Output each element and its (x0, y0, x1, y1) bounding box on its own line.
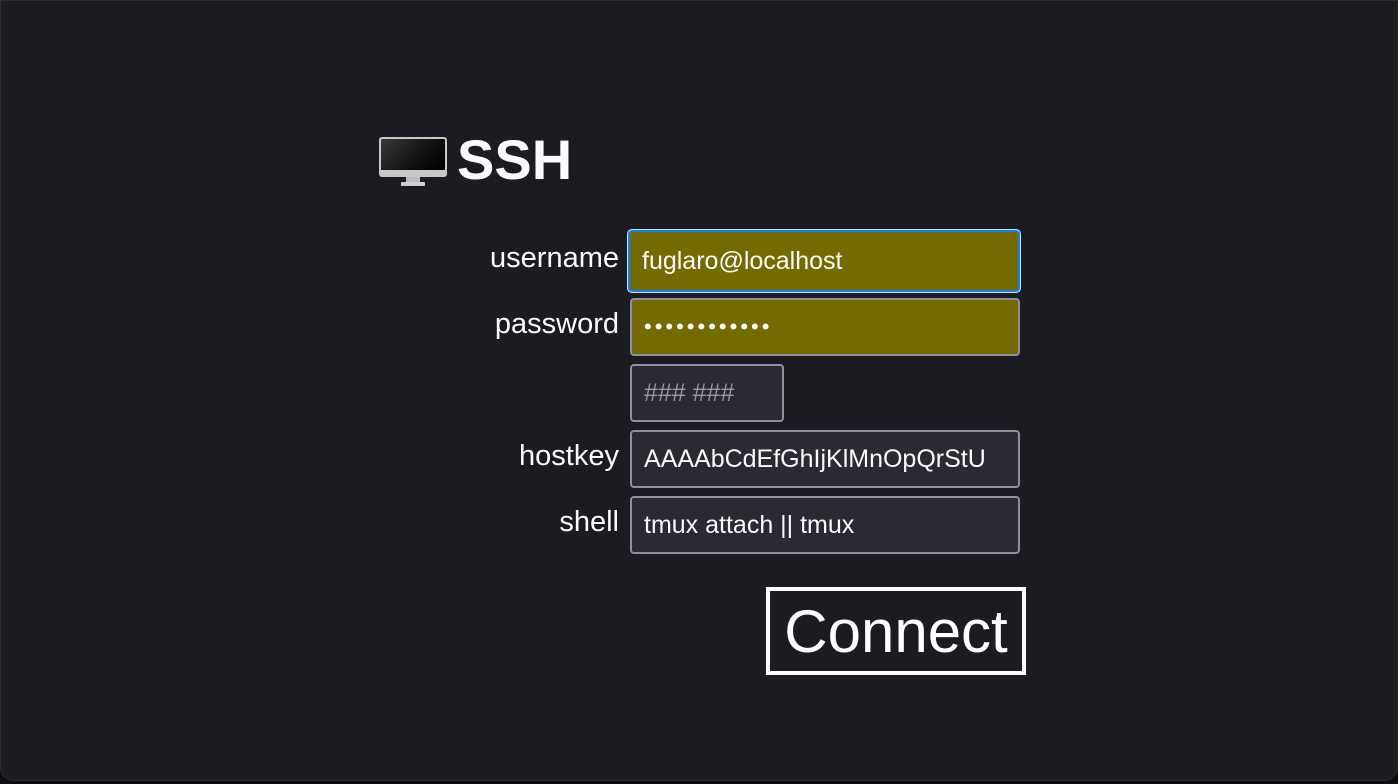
username-value: fuglaro@localhost (642, 246, 843, 275)
connect-button[interactable]: Connect (766, 587, 1026, 675)
username-label: username (490, 242, 619, 274)
connect-button-label: Connect (784, 597, 1008, 665)
header: SSH (379, 119, 572, 199)
otp-code-input[interactable]: ### ### (630, 364, 784, 422)
shell-input[interactable]: tmux attach || tmux (630, 496, 1020, 554)
username-input[interactable]: fuglaro@localhost (628, 230, 1020, 292)
hostkey-input[interactable]: AAAAbCdEfGhIjKlMnOpQrStU (630, 430, 1020, 488)
password-label: password (494, 308, 619, 340)
page-title: SSH (457, 127, 573, 191)
hostkey-value: AAAAbCdEfGhIjKlMnOpQrStU (644, 444, 986, 473)
shell-value: tmux attach || tmux (644, 510, 855, 539)
otp-code-placeholder: ### ### (644, 378, 735, 407)
password-input[interactable]: •••••••••••• (630, 298, 1020, 356)
app-window: SSH username fuglaro@localhost password … (0, 0, 1398, 781)
password-value: •••••••••••• (644, 314, 773, 339)
desktop-computer-icon (379, 129, 447, 189)
hostkey-label: hostkey (519, 440, 619, 472)
shell-label: shell (559, 506, 619, 538)
